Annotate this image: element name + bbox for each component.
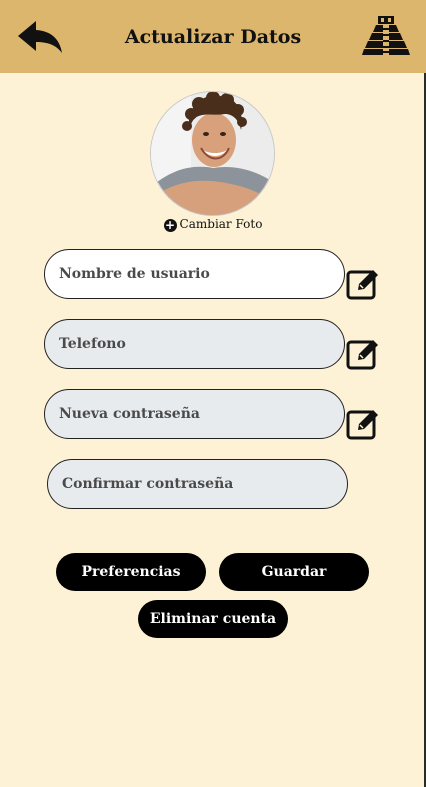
profile-avatar[interactable] [150,91,275,216]
username-field[interactable] [44,249,345,299]
phone-field[interactable] [44,319,345,369]
change-photo-label: Cambiar Foto [179,217,263,231]
edit-icon[interactable] [346,336,380,370]
edit-icon[interactable] [346,406,380,440]
delete-account-button[interactable]: Eliminar cuenta [138,600,288,638]
save-button[interactable]: Guardar [219,553,369,591]
app-header: Actualizar Datos [0,0,426,73]
profile-photo [151,92,274,215]
confirm-password-field[interactable] [47,459,348,509]
edit-icon[interactable] [346,266,380,300]
preferences-button[interactable]: Preferencias [56,553,206,591]
pyramid-logo-icon [362,16,410,55]
page: Actualizar Datos + Cambiar Foto Nombre d… [0,0,426,787]
change-photo-button[interactable]: + Cambiar Foto [0,217,426,232]
new-password-field[interactable] [44,389,345,439]
plus-circle-icon: + [163,218,177,232]
